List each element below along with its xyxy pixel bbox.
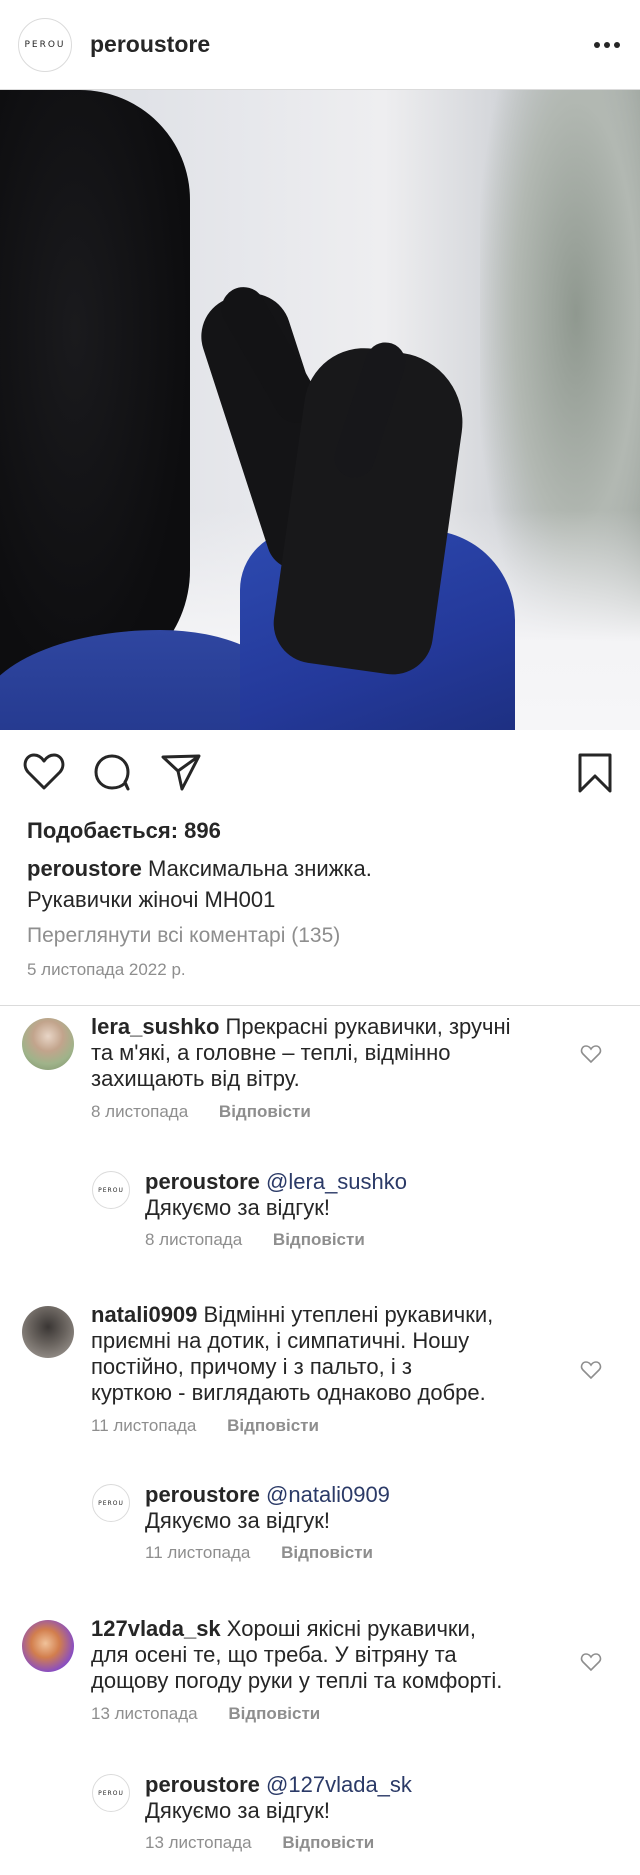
reply-button[interactable]: Відповісти [228, 1704, 320, 1723]
avatar[interactable] [22, 1018, 74, 1070]
post-actions [0, 730, 640, 815]
post-date: 5 листопада 2022 р. [27, 960, 186, 979]
comment-text: для осені те, що треба. У вітряну та [91, 1642, 457, 1667]
avatar[interactable]: PEROU [92, 1774, 130, 1812]
reply-button[interactable]: Відповісти [219, 1102, 311, 1121]
comment-meta: 11 листопада Відповісти [91, 1416, 319, 1436]
comment-icon[interactable] [92, 752, 132, 792]
comment-username[interactable]: 127vlada_sk [91, 1616, 221, 1641]
brand-avatar[interactable]: PEROU [18, 17, 72, 72]
small-heart-icon[interactable] [580, 1360, 602, 1380]
avatar[interactable] [22, 1306, 74, 1358]
post-photo[interactable] [0, 90, 640, 730]
reply-username[interactable]: peroustore [145, 1772, 260, 1797]
reply-text: Дякуємо за відгук! [145, 1798, 330, 1823]
caption-line-2: Рукавички жіночі MH001 [27, 887, 276, 912]
comment-text: та м'які, а головне – теплі, відмінно [91, 1040, 451, 1065]
comment-text: захищають від вітру. [91, 1066, 300, 1091]
comment-date: 8 листопада [145, 1230, 243, 1249]
caption-line-1: Максимальна знижка. [148, 856, 372, 881]
divider [0, 1005, 640, 1006]
small-heart-icon[interactable] [580, 1044, 602, 1064]
comment-text: постійно, причому і з пальто, і з [91, 1354, 412, 1379]
comment-username[interactable]: lera_sushko [91, 1014, 219, 1039]
reply-text: Дякуємо за відгук! [145, 1508, 330, 1533]
post-header: PEROU peroustore [0, 0, 640, 90]
comment-text: курткою - виглядають однаково добре. [91, 1380, 486, 1405]
comment-date: 11 листопада [91, 1416, 197, 1435]
avatar[interactable]: PEROU [92, 1484, 130, 1522]
comment-date: 11 листопада [145, 1543, 251, 1562]
reply-button[interactable]: Відповісти [273, 1230, 365, 1249]
reply-button[interactable]: Відповісти [282, 1833, 374, 1852]
bookmark-icon[interactable] [577, 752, 613, 794]
comment-meta: 8 листопада Відповісти [145, 1230, 365, 1250]
caption-username[interactable]: peroustore [27, 856, 142, 881]
heart-icon[interactable] [23, 752, 65, 792]
brand-logo-text: PEROU [24, 39, 66, 50]
comment-meta: 13 листопада Відповісти [145, 1833, 374, 1853]
comment-text: Прекрасні рукавички, зручні [225, 1014, 511, 1039]
comment-username[interactable]: natali0909 [91, 1302, 197, 1327]
likes-count[interactable]: Подобається: 896 [0, 815, 640, 847]
view-all-comments-link[interactable]: Переглянути всі коментарі (135) [0, 921, 640, 951]
avatar[interactable]: PEROU [92, 1171, 130, 1209]
comment-text: Хороші якісні рукавички, [226, 1616, 476, 1641]
mention-link[interactable]: @natali0909 [266, 1482, 390, 1507]
comment-date: 8 листопада [91, 1102, 189, 1121]
reply-text: Дякуємо за відгук! [145, 1195, 330, 1220]
comment-meta: 8 листопада Відповісти [91, 1102, 311, 1122]
comment-date: 13 листопада [145, 1833, 252, 1852]
comment-date: 13 листопада [91, 1704, 198, 1723]
avatar[interactable] [22, 1620, 74, 1672]
reply-username[interactable]: peroustore [145, 1169, 260, 1194]
more-icon[interactable] [594, 41, 620, 48]
reply-username[interactable]: peroustore [145, 1482, 260, 1507]
comment-text: приємні на дотик, і симпатичні. Ношу [91, 1328, 470, 1353]
header-username[interactable]: peroustore [90, 31, 594, 58]
mention-link[interactable]: @127vlada_sk [266, 1772, 412, 1797]
share-icon[interactable] [160, 752, 202, 792]
caption: peroustore Максимальна знижка. Рукавички… [0, 853, 640, 915]
small-heart-icon[interactable] [580, 1652, 602, 1672]
reply-button[interactable]: Відповісти [227, 1416, 319, 1435]
comment-meta: 11 листопада Відповісти [145, 1543, 373, 1563]
comment-text: дощову погоду руки у теплі та комфорті. [91, 1668, 503, 1693]
mention-link[interactable]: @lera_sushko [266, 1169, 407, 1194]
comment-meta: 13 листопада Відповісти [91, 1704, 320, 1724]
comment-text: Відмінні утеплені рукавички, [203, 1302, 494, 1327]
reply-button[interactable]: Відповісти [281, 1543, 373, 1562]
